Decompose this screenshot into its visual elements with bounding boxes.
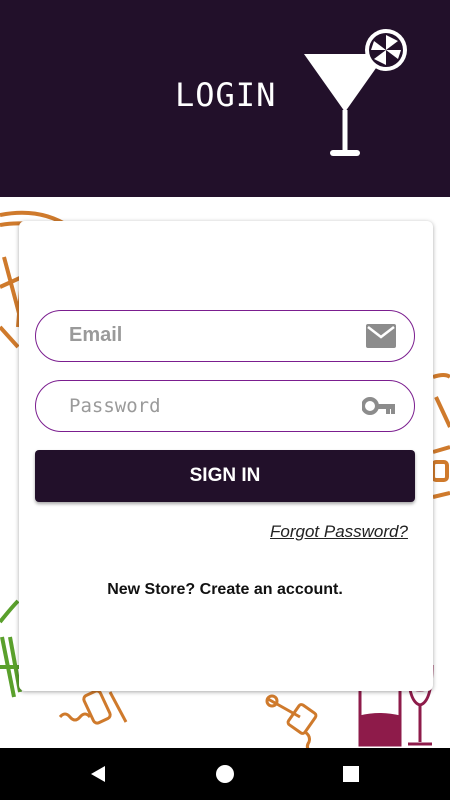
email-field-wrapper <box>35 310 415 362</box>
system-nav-bar <box>0 748 450 800</box>
back-icon <box>91 766 105 782</box>
cocktail-glass-icon <box>304 29 407 156</box>
envelope-icon <box>366 324 396 348</box>
home-icon <box>216 765 234 783</box>
key-icon <box>362 397 395 415</box>
recents-icon <box>343 766 359 782</box>
home-button[interactable] <box>195 748 255 800</box>
email-input[interactable] <box>69 311 349 360</box>
password-input[interactable] <box>69 381 349 430</box>
header-bar: LOGIN <box>0 0 450 197</box>
back-button[interactable] <box>68 748 128 800</box>
page-title: LOGIN <box>175 76 277 114</box>
forgot-password-link[interactable]: Forgot Password? <box>270 522 408 542</box>
recents-button[interactable] <box>321 748 381 800</box>
password-field-wrapper <box>35 380 415 432</box>
sign-in-button[interactable]: SIGN IN <box>35 450 415 502</box>
create-account-link[interactable]: New Store? Create an account. <box>0 581 450 599</box>
